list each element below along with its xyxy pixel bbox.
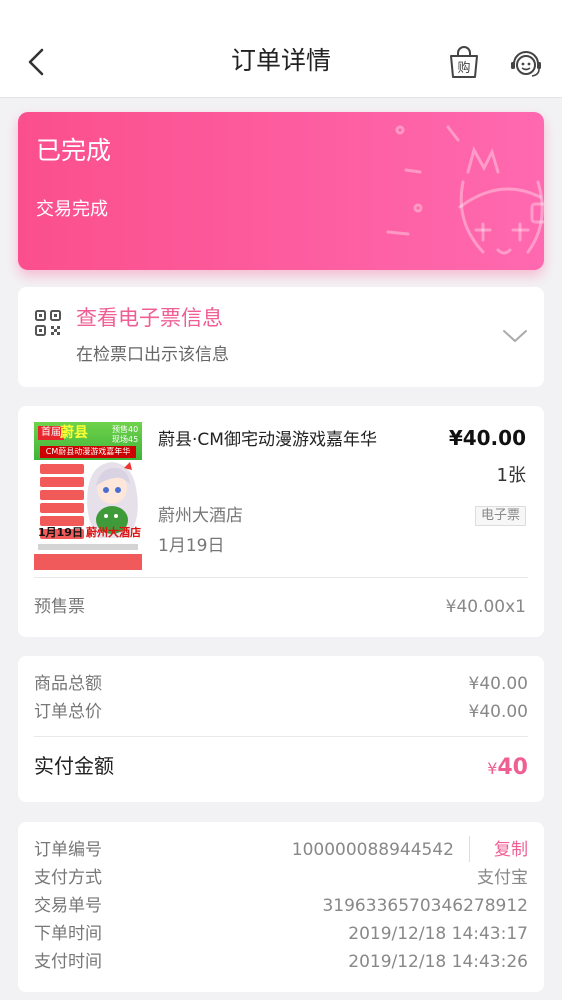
pay-method-row: 支付方式 支付宝 <box>34 866 528 890</box>
goods-total-row: 商品总额 ¥40.00 <box>34 672 528 696</box>
poster-hotel: 蔚州大酒店 <box>86 526 141 539</box>
poster-date: 1月19日 <box>38 526 83 539</box>
divider <box>34 736 528 737</box>
order-time-value: 2019/12/18 14:43:17 <box>348 924 528 944</box>
eticket-title: 查看电子票信息 <box>76 306 223 330</box>
copy-button[interactable]: 复制 <box>494 838 528 862</box>
trade-no-row: 交易单号 3196336570346278912 <box>34 894 528 918</box>
product-venue: 蔚州大酒店 <box>158 506 243 526</box>
trade-no-value: 3196336570346278912 <box>322 896 528 916</box>
customer-service-icon[interactable] <box>508 44 544 80</box>
ticket-line-price: ¥40.00x1 <box>445 597 526 617</box>
chevron-down-icon[interactable] <box>502 327 528 345</box>
paid-amount-value: ¥40 <box>487 754 528 783</box>
paid-amount: 40 <box>497 755 528 780</box>
status-subtitle: 交易完成 <box>36 199 108 220</box>
event-poster-image[interactable]: 首届 蔚县 预售40 现场45 CM蔚县动漫游戏嘉年华 1月19日 蔚州大酒店 <box>34 422 142 570</box>
paid-currency: ¥ <box>487 759 498 778</box>
order-time-row: 下单时间 2019/12/18 14:43:17 <box>34 922 528 946</box>
ticket-type: 预售票 <box>34 597 85 617</box>
eticket-card[interactable]: 查看电子票信息 在检票口出示该信息 <box>18 287 544 387</box>
trade-no-label: 交易单号 <box>34 896 102 916</box>
status-title: 已完成 <box>36 136 112 165</box>
order-time-label: 下单时间 <box>34 924 102 944</box>
pay-time-row: 支付时间 2019/12/18 14:43:26 <box>34 950 528 974</box>
paid-amount-label: 实付金额 <box>34 754 114 778</box>
order-no-label: 订单编号 <box>34 840 102 860</box>
product-quantity: 1张 <box>496 465 526 486</box>
order-no-value: 100000088944542 <box>291 840 454 860</box>
poster-banner: CM蔚县动漫游戏嘉年华 <box>40 446 136 458</box>
navigation-bar: 订单详情 购 <box>0 0 562 98</box>
poster-fine-print <box>38 544 138 550</box>
product-price: ¥40.00 <box>448 426 526 450</box>
pay-time-value: 2019/12/18 14:43:26 <box>348 952 528 972</box>
price-summary-card: 商品总额 ¥40.00 订单总价 ¥40.00 实付金额 ¥40 <box>18 656 544 802</box>
goods-total-value: ¥40.00 <box>468 674 528 694</box>
product-name[interactable]: 蔚县·CM御宅动漫游戏嘉年华 <box>158 428 408 452</box>
order-total-label: 订单总价 <box>34 702 102 722</box>
poster-price-note: 预售40 现场45 <box>112 425 139 444</box>
qr-code-icon <box>35 310 61 336</box>
product-date: 1月19日 <box>158 536 225 556</box>
pay-method-label: 支付方式 <box>34 868 102 888</box>
mascot-illustration-icon <box>386 125 544 255</box>
goods-total-label: 商品总额 <box>34 674 102 694</box>
order-info-card: 订单编号 100000088944542 复制 支付方式 支付宝 交易单号 31… <box>18 822 544 992</box>
order-total-row: 订单总价 ¥40.00 <box>34 700 528 724</box>
pay-method-value: 支付宝 <box>477 868 528 888</box>
eticket-tag: 电子票 <box>474 506 526 526</box>
shopping-bag-icon[interactable]: 购 <box>446 44 482 80</box>
order-status-card: 已完成 交易完成 <box>18 112 544 270</box>
vertical-divider <box>469 836 470 862</box>
poster-county: 蔚县 <box>60 425 88 441</box>
order-no-row: 订单编号 100000088944542 复制 <box>34 836 528 862</box>
eticket-subtitle: 在检票口出示该信息 <box>76 345 229 365</box>
pay-time-label: 支付时间 <box>34 952 102 972</box>
cart-icon-glyph: 购 <box>457 60 470 76</box>
divider <box>34 577 528 578</box>
poster-footer-band <box>34 554 142 570</box>
product-card: 首届 蔚县 预售40 现场45 CM蔚县动漫游戏嘉年华 1月19日 蔚州大酒店 … <box>18 406 544 637</box>
order-total-value: ¥40.00 <box>468 702 528 722</box>
